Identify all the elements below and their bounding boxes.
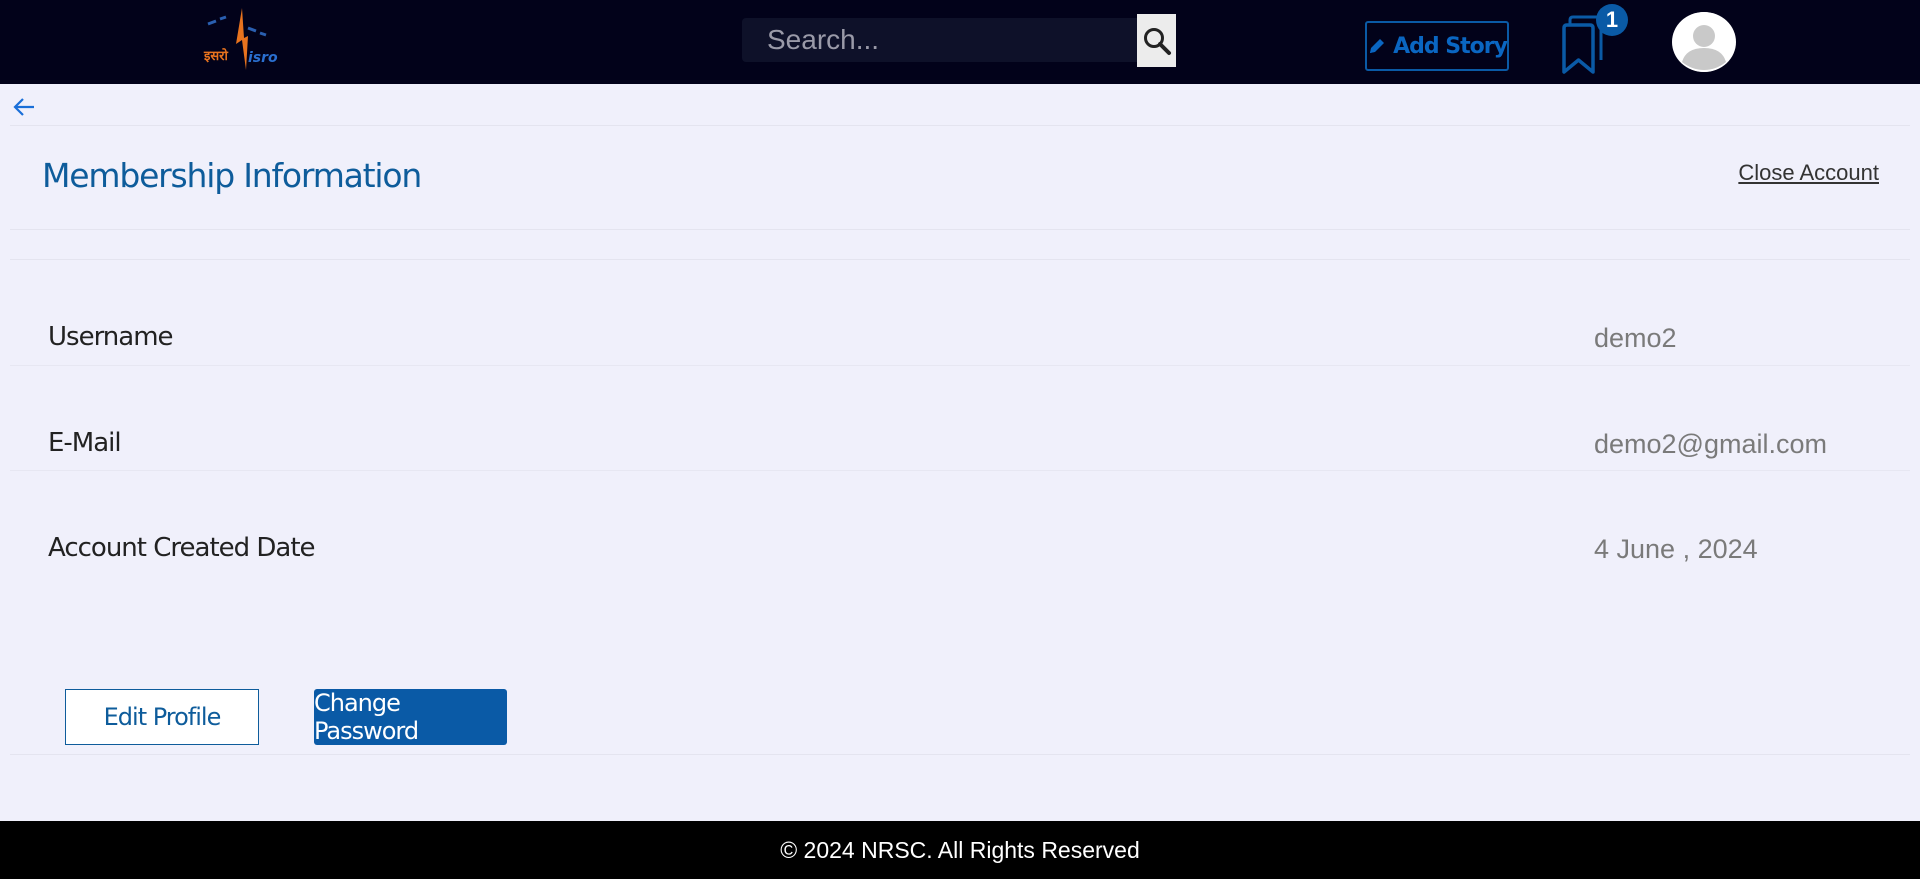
back-button[interactable] [12,96,36,118]
membership-card: Membership Information Close Account Use… [10,125,1910,821]
profile-row-created-date: Account Created Date 4 June , 2024 [10,470,1910,575]
top-navbar: इसरो isro Search... Add Story 1 [0,0,1920,84]
arrow-left-icon [13,98,34,116]
profile-row-username: Username demo2 [10,260,1910,365]
copyright-text: © 2024 NRSC. All Rights Reserved [780,836,1140,863]
logo-text: isro [248,50,278,66]
username-label: Username [48,322,174,352]
search-button[interactable] [1137,14,1176,67]
user-avatar[interactable] [1672,12,1736,72]
svg-text:इसरो: इसरो [203,48,228,64]
username-value: demo2 [1594,323,1677,353]
add-story-button[interactable]: Add Story [1365,21,1509,71]
edit-profile-button[interactable]: Edit Profile [65,689,259,745]
bookmark-count-badge: 1 [1596,4,1628,36]
created-date-label: Account Created Date [48,533,316,563]
pencil-icon [1370,39,1385,53]
search-icon [1143,27,1171,55]
email-value: demo2@gmail.com [1594,429,1827,459]
footer: © 2024 NRSC. All Rights Reserved [0,821,1920,879]
search-input[interactable]: Search... [742,18,1138,62]
email-label: E-Mail [48,428,122,458]
close-account-link[interactable]: Close Account [1738,160,1879,186]
page-title: Membership Information [42,156,422,195]
profile-info-panel: Username demo2 E-Mail demo2@gmail.com Ac… [10,259,1910,755]
card-header: Membership Information Close Account [10,125,1910,230]
change-password-button[interactable]: Change Password [314,689,507,745]
isro-logo[interactable]: इसरो isro [198,6,288,72]
created-date-value: 4 June , 2024 [1594,534,1758,564]
user-icon [1674,12,1734,72]
profile-row-email: E-Mail demo2@gmail.com [10,365,1910,470]
add-story-label: Add Story [1393,33,1508,59]
